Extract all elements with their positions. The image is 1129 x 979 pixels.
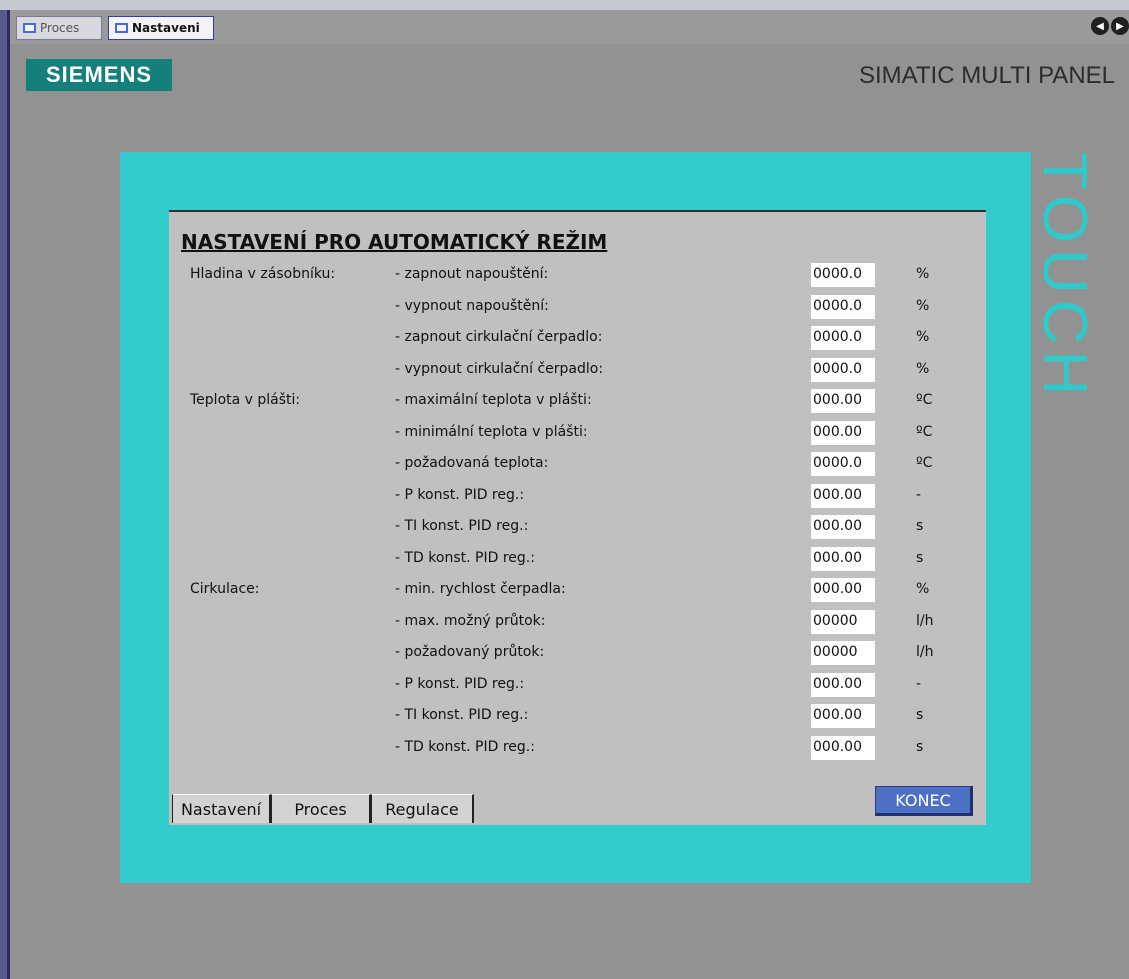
unit-label: s [916, 707, 924, 723]
unit-label: s [916, 738, 924, 755]
setting-row: - TD konst. PID reg.: 000.00 s [169, 735, 986, 761]
window-tab-proces[interactable]: Proces [16, 16, 102, 40]
value-field[interactable]: 00000 [811, 641, 875, 665]
setting-label: - zapnout cirkulační čerpadlo: [395, 329, 603, 345]
tab-proces-button[interactable]: Proces [271, 794, 371, 823]
setting-label: - vypnout cirkulační čerpadlo: [395, 360, 604, 377]
value-field[interactable]: 000.00 [811, 389, 875, 413]
setting-row: - TI konst. PID reg.: 000.00 s [169, 703, 986, 729]
value-field[interactable]: 0000.0 [811, 357, 875, 382]
value-field[interactable]: 000.00 [811, 578, 875, 602]
unit-label: s [916, 549, 924, 566]
arrow-left-icon[interactable]: ◀ [1091, 17, 1109, 35]
setting-label: - TI konst. PID reg.: [395, 518, 529, 534]
setting-label: - P konst. PID reg.: [395, 486, 525, 503]
siemens-logo: SIEMENS [26, 59, 172, 91]
setting-label: - minimální teplota v plášti: [395, 423, 588, 440]
window-tab-nastaveni[interactable]: Nastaveni [108, 16, 214, 40]
tab-regulace-button[interactable]: Regulace [371, 794, 474, 823]
unit-label: - [916, 486, 922, 503]
unit-label: l/h [916, 612, 934, 629]
value-field[interactable]: 000.00 [811, 420, 875, 445]
value-field[interactable]: 000.00 [811, 672, 875, 697]
setting-row: - požadovaná teplota: 0000.0 ºC [169, 451, 986, 477]
value-field[interactable]: 0000.0 [811, 263, 875, 287]
window-frame-left [0, 10, 10, 979]
value-field[interactable]: 00000 [811, 609, 875, 634]
unit-label: ºC [916, 455, 933, 471]
tab-nastaveni-button[interactable]: Nastavení [172, 794, 271, 823]
setting-row: - max. možný průtok: 00000 l/h [169, 609, 986, 635]
category-label: Cirkulace: [190, 581, 260, 597]
setting-row: Hladina v zásobníku: - zapnout napouštění… [169, 262, 986, 288]
window-icon [115, 23, 128, 33]
setting-row: - minimální teplota v plášti: 000.00 ºC [169, 420, 986, 446]
category-label: Hladina v zásobníku: [190, 266, 336, 282]
arrow-right-icon[interactable]: ▶ [1111, 17, 1129, 35]
tab-scroll-arrows: ◀ ▶ [1091, 17, 1129, 35]
setting-label: - maximální teplota v plášti: [395, 392, 592, 408]
unit-label: % [916, 360, 930, 377]
window-tab-label: Proces [40, 21, 80, 35]
value-field[interactable]: 000.00 [811, 546, 875, 571]
setting-label: - TD konst. PID reg.: [395, 549, 535, 566]
setting-row: - TI konst. PID reg.: 000.00 s [169, 514, 986, 540]
unit-label: l/h [916, 644, 934, 660]
setting-row: - požadovaný průtok: 00000 l/h [169, 640, 986, 666]
setting-label: - P konst. PID reg.: [395, 675, 525, 692]
product-name: SIMATIC MULTI PANEL [858, 62, 1115, 89]
window-tab-strip: Proces Nastaveni ◀ ▶ [0, 0, 1129, 44]
setting-row: - vypnout cirkulační čerpadlo: 0000.0% [169, 357, 986, 383]
setting-label: - požadovaný průtok: [395, 644, 545, 660]
setting-row: - zapnout cirkulační čerpadlo: 0000.0% [169, 325, 986, 351]
setting-row: - TD konst. PID reg.: 000.00 s [169, 546, 986, 572]
touch-label: TOUCH [1030, 152, 1099, 402]
setting-row: - P konst. PID reg.: 000.00 - [169, 483, 986, 509]
window-tab-label: Nastaveni [132, 21, 200, 35]
value-field[interactable]: 000.00 [811, 704, 875, 728]
unit-label: - [916, 675, 922, 692]
unit-label: s [916, 518, 924, 534]
page-title: NASTAVENÍ PRO AUTOMATICKÝ REŽIM [181, 230, 608, 254]
konec-button[interactable]: KONEC [875, 786, 973, 816]
setting-row: Teplota v plášti: - maximální teplota v p… [169, 388, 986, 414]
unit-label: % [916, 297, 930, 314]
setting-row: - vypnout napouštění: 0000.0% [169, 294, 986, 320]
unit-label: % [916, 581, 930, 597]
value-field[interactable]: 000.00 [811, 515, 875, 539]
setting-row: Cirkulace: - min. rychlost čerpadla: 000.0… [169, 577, 986, 603]
value-field[interactable]: 000.00 [811, 735, 875, 760]
setting-label: - min. rychlost čerpadla: [395, 581, 566, 597]
hmi-screen: NASTAVENÍ PRO AUTOMATICKÝ REŽIM Hladina … [169, 210, 986, 825]
unit-label: ºC [916, 392, 933, 408]
setting-row: - P konst. PID reg.: 000.00 - [169, 672, 986, 698]
setting-label: - TI konst. PID reg.: [395, 707, 529, 723]
setting-label: - TD konst. PID reg.: [395, 738, 535, 755]
window-frame-top [0, 0, 1129, 10]
unit-label: % [916, 329, 930, 345]
value-field[interactable]: 0000.0 [811, 294, 875, 319]
window-icon [23, 23, 36, 33]
value-field[interactable]: 000.00 [811, 483, 875, 508]
category-label: Teplota v plášti: [190, 392, 301, 408]
unit-label: ºC [916, 423, 933, 440]
value-field[interactable]: 0000.0 [811, 452, 875, 476]
setting-label: - vypnout napouštění: [395, 297, 549, 314]
unit-label: % [916, 266, 930, 282]
setting-label: - max. možný průtok: [395, 612, 546, 629]
value-field[interactable]: 0000.0 [811, 326, 875, 350]
setting-label: - zapnout napouštění: [395, 266, 549, 282]
setting-label: - požadovaná teplota: [395, 455, 549, 471]
